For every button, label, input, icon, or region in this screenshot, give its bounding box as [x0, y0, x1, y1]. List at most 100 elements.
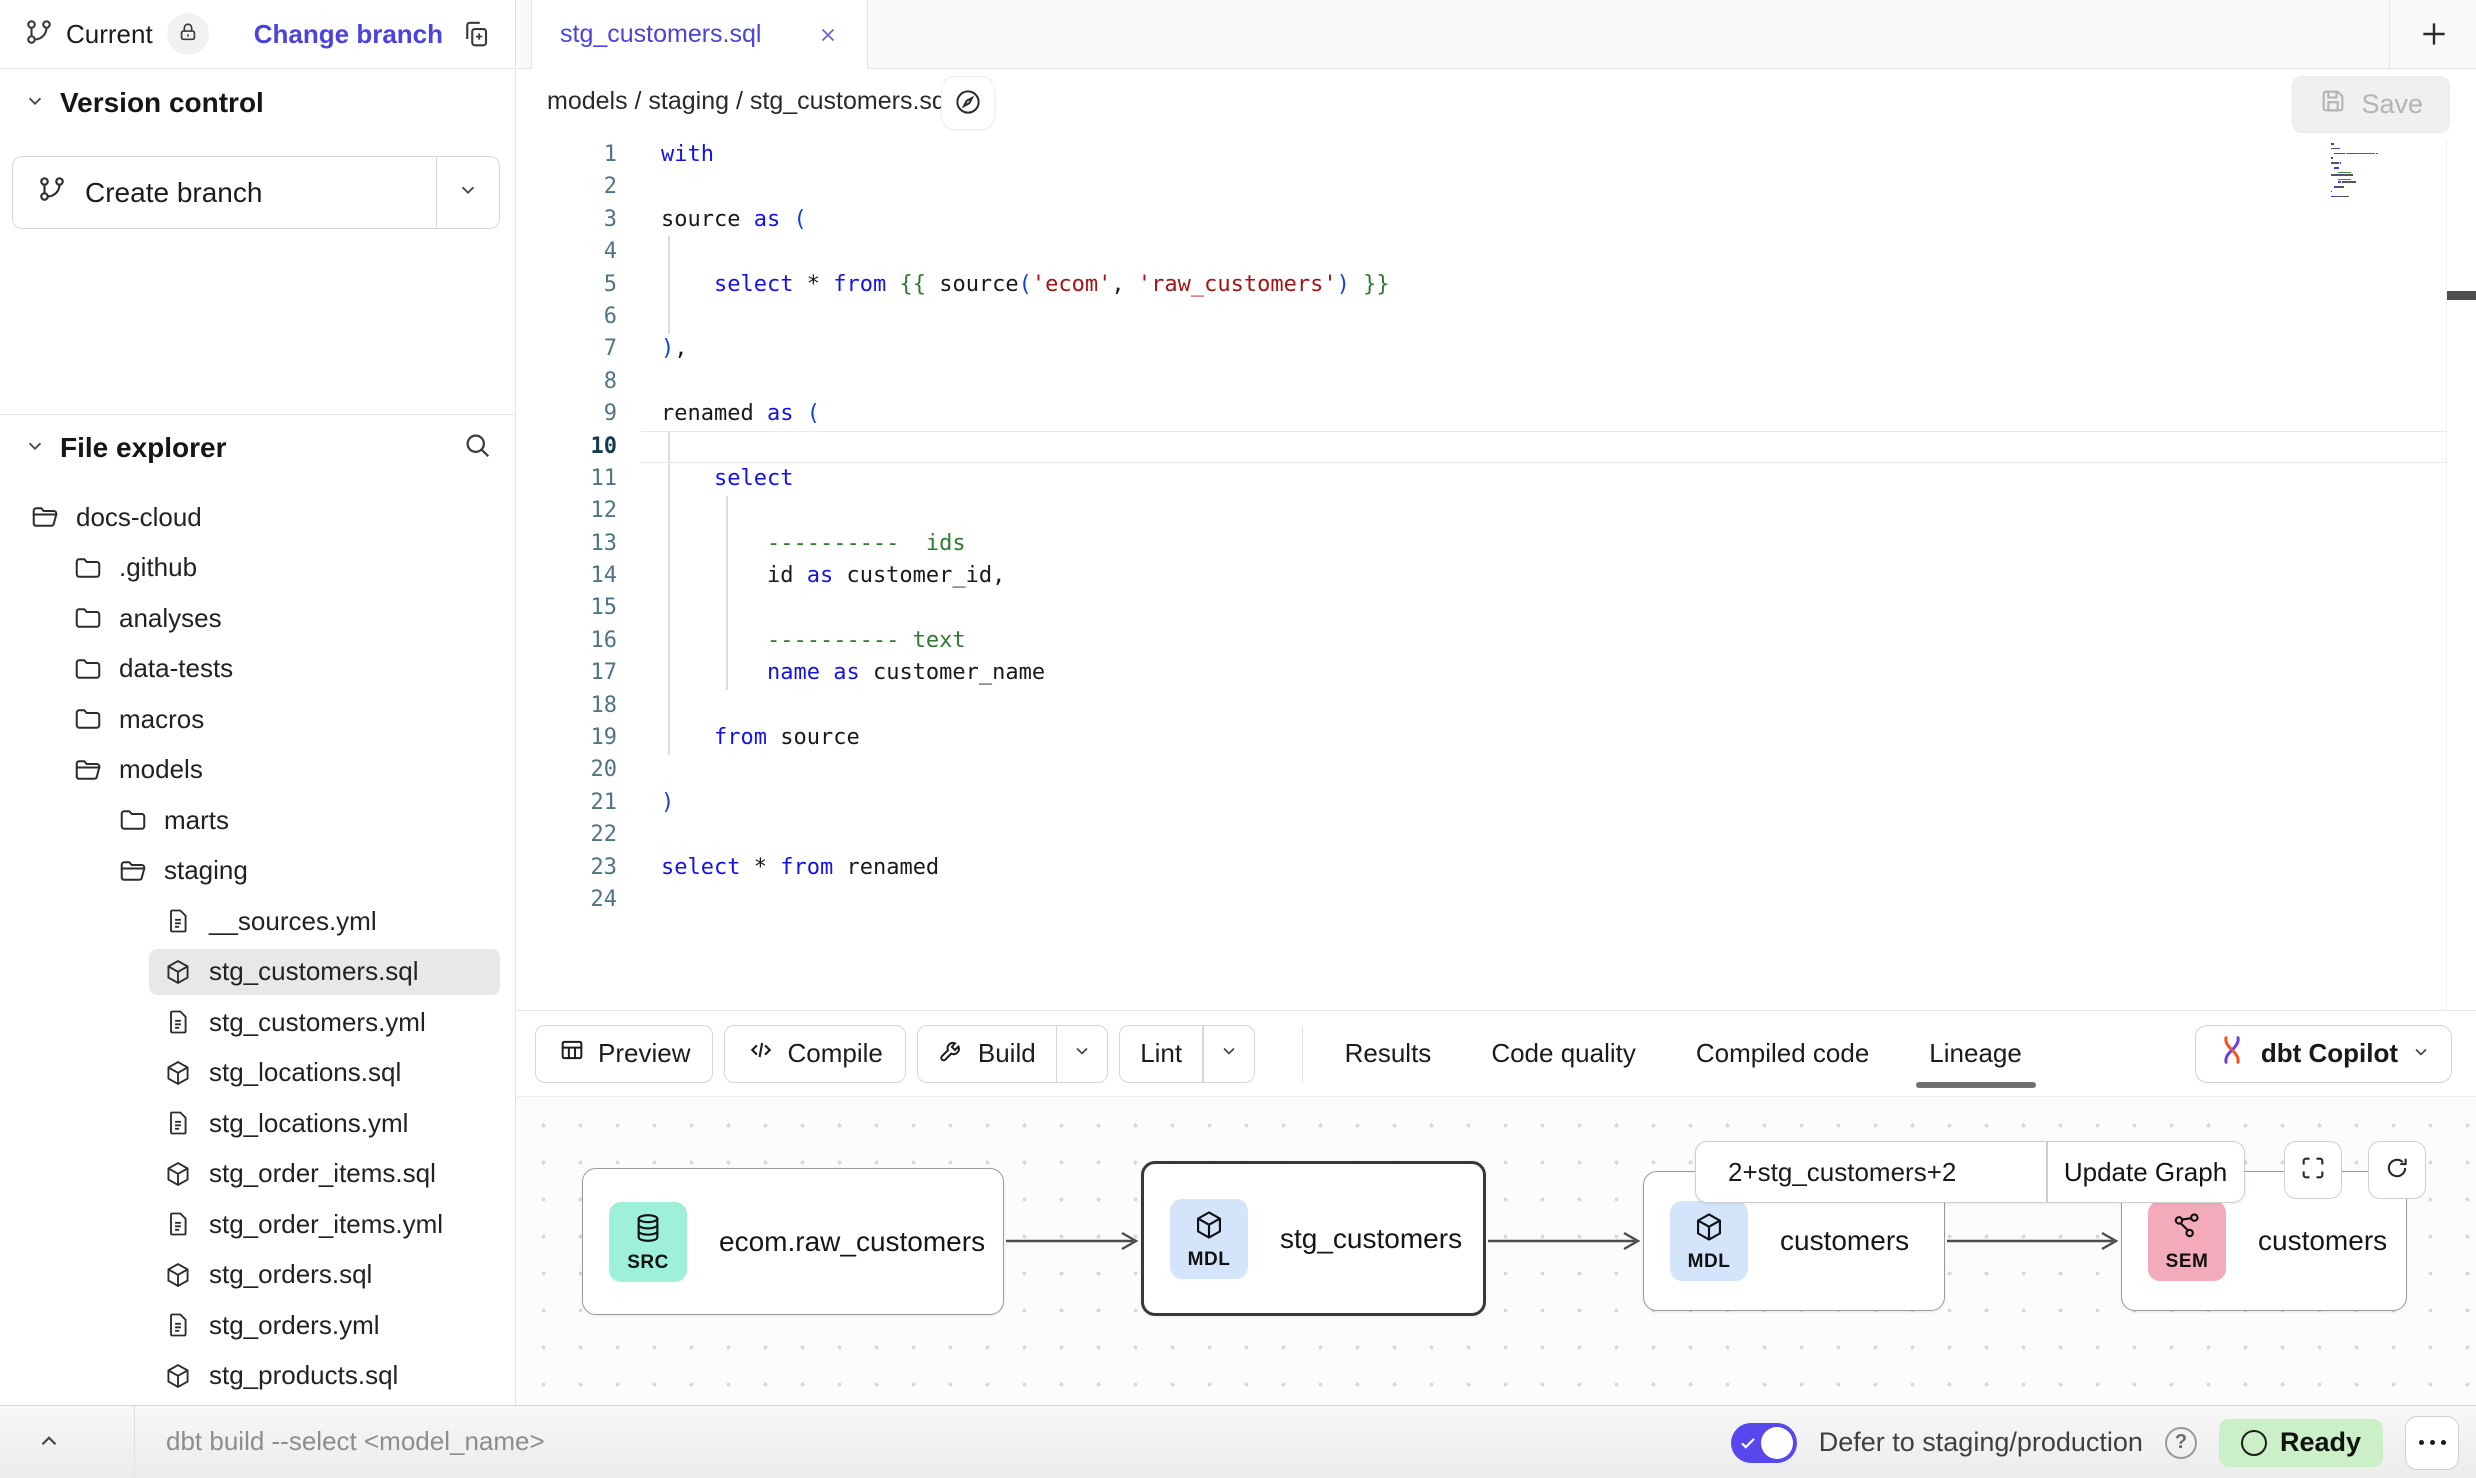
- lineage-node-stg-customers[interactable]: MDLstg_customers: [1141, 1161, 1486, 1316]
- tree-item-label: stg_orders.yml: [209, 1310, 380, 1341]
- tree-item-models[interactable]: models: [0, 745, 516, 796]
- tree-item-label: models: [119, 754, 203, 785]
- dbt-copilot-button[interactable]: dbt Copilot: [2195, 1025, 2452, 1083]
- code-line[interactable]: ---------- text: [661, 625, 1390, 657]
- code-editor[interactable]: 123456789101112131415161718192021222324 …: [517, 139, 2476, 1010]
- copy-icon[interactable]: [461, 19, 491, 49]
- tree-item--sources-yml[interactable]: __sources.yml: [0, 896, 516, 947]
- node-type-badge: SEM: [2148, 1201, 2226, 1281]
- tree-item-stg-orders-yml[interactable]: stg_orders.yml: [0, 1300, 516, 1351]
- code-line[interactable]: source as (: [661, 204, 1390, 236]
- refresh-button[interactable]: [2368, 1141, 2426, 1199]
- lint-button[interactable]: Lint: [1120, 1026, 1202, 1082]
- code-line[interactable]: select * from {{ source('ecom', 'raw_cus…: [661, 269, 1390, 301]
- tree-item-docs-cloud[interactable]: docs-cloud: [0, 492, 516, 543]
- tree-item-analyses[interactable]: analyses: [0, 593, 516, 644]
- defer-toggle[interactable]: [1731, 1423, 1797, 1463]
- code-content[interactable]: with source as ( select * from {{ source(…: [661, 139, 1390, 916]
- scrollbar-thumb[interactable]: [2447, 291, 2476, 300]
- lint-split-button: Lint: [1119, 1025, 1254, 1083]
- build-button[interactable]: Build: [918, 1026, 1056, 1082]
- code-line[interactable]: select * from renamed: [661, 852, 1390, 884]
- tree-item-stg-locations-sql[interactable]: stg_locations.sql: [0, 1048, 516, 1099]
- tree-item--github[interactable]: .github: [0, 543, 516, 594]
- lint-dropdown-button[interactable]: [1204, 1026, 1254, 1082]
- tab-strip: stg_customers.sql: [517, 0, 2476, 69]
- code-line[interactable]: [661, 236, 1390, 268]
- fullscreen-button[interactable]: [2284, 1141, 2342, 1199]
- file-explorer-header[interactable]: File explorer: [24, 422, 492, 474]
- tree-item-stg-customers-sql[interactable]: stg_customers.sql: [0, 947, 516, 998]
- code-line[interactable]: [661, 495, 1390, 527]
- code-line[interactable]: renamed as (: [661, 398, 1390, 430]
- code-line[interactable]: ),: [661, 333, 1390, 365]
- code-line[interactable]: [661, 171, 1390, 203]
- tree-item-staging[interactable]: staging: [0, 846, 516, 897]
- tree-item-stg-locations-yml[interactable]: stg_locations.yml: [0, 1098, 516, 1149]
- minimap[interactable]: [2331, 143, 2411, 200]
- more-options-button[interactable]: [2405, 1416, 2459, 1470]
- code-line[interactable]: from source: [661, 722, 1390, 754]
- folder-icon: [73, 553, 103, 583]
- tree-item-stg-orders-sql[interactable]: stg_orders.sql: [0, 1250, 516, 1301]
- chevron-up-icon[interactable]: [36, 1428, 62, 1454]
- tree-item-marts[interactable]: marts: [0, 795, 516, 846]
- lineage-graph[interactable]: 2+stg_customers+2 Update Graph SRCecom.r…: [517, 1097, 2476, 1405]
- ide-compass-button[interactable]: [941, 76, 995, 130]
- code-line[interactable]: [661, 366, 1390, 398]
- tree-item-stg-order-items-yml[interactable]: stg_order_items.yml: [0, 1199, 516, 1250]
- tab-stg-customers-sql[interactable]: stg_customers.sql: [531, 0, 868, 69]
- tree-item-label: marts: [164, 805, 229, 836]
- panel-tab-results[interactable]: Results: [1339, 1011, 1438, 1096]
- create-branch-dropdown-button[interactable]: [437, 157, 499, 228]
- tree-item-label: analyses: [119, 603, 222, 634]
- code-line[interactable]: ---------- ids: [661, 528, 1390, 560]
- lineage-selector-input[interactable]: 2+stg_customers+2: [1696, 1142, 2046, 1202]
- tree-item-stg-customers-yml[interactable]: stg_customers.yml: [0, 997, 516, 1048]
- chevron-down-icon: [2411, 1038, 2431, 1069]
- create-branch-button[interactable]: Create branch: [13, 157, 436, 228]
- new-tab-button[interactable]: [2409, 10, 2459, 60]
- close-icon[interactable]: [817, 24, 839, 46]
- code-line[interactable]: [661, 754, 1390, 786]
- save-button[interactable]: Save: [2292, 76, 2450, 133]
- code-line[interactable]: name as customer_name: [661, 657, 1390, 689]
- line-number: 11: [517, 463, 617, 495]
- command-input[interactable]: dbt build --select <model_name>: [166, 1426, 545, 1457]
- code-line[interactable]: select: [661, 463, 1390, 495]
- lineage-node-ecom-raw-customers[interactable]: SRCecom.raw_customers: [582, 1168, 1004, 1315]
- lineage-edge: [1947, 1229, 2119, 1253]
- editor-toolbar: Preview Compile Build: [517, 1010, 2476, 1097]
- code-line[interactable]: id as customer_id,: [661, 560, 1390, 592]
- code-line[interactable]: with: [661, 139, 1390, 171]
- tree-item-stg-products-sql[interactable]: stg_products.sql: [0, 1351, 516, 1402]
- status-badge[interactable]: Ready: [2219, 1419, 2383, 1467]
- change-branch-link[interactable]: Change branch: [254, 19, 443, 50]
- node-type-badge: MDL: [1670, 1201, 1748, 1281]
- update-graph-button[interactable]: Update Graph: [2048, 1142, 2244, 1202]
- version-control-header[interactable]: Version control: [24, 87, 264, 119]
- preview-button[interactable]: Preview: [535, 1025, 713, 1083]
- build-dropdown-button[interactable]: [1057, 1026, 1107, 1082]
- panel-tab-compiled-code[interactable]: Compiled code: [1690, 1011, 1875, 1096]
- code-line[interactable]: [661, 301, 1390, 333]
- help-icon[interactable]: ?: [2165, 1427, 2197, 1459]
- code-line[interactable]: [661, 819, 1390, 851]
- panel-tab-code-quality[interactable]: Code quality: [1485, 1011, 1642, 1096]
- build-split-button: Build: [917, 1025, 1108, 1083]
- code-line[interactable]: [661, 690, 1390, 722]
- code-line[interactable]: [661, 884, 1390, 916]
- lineage-edge: [1488, 1229, 1641, 1253]
- code-line[interactable]: [661, 431, 1390, 463]
- tree-item-label: macros: [119, 704, 204, 735]
- code-line[interactable]: [661, 592, 1390, 624]
- compile-button[interactable]: Compile: [724, 1025, 905, 1083]
- panel-tab-lineage[interactable]: Lineage: [1923, 1011, 2028, 1096]
- line-number: 10: [517, 431, 617, 463]
- tree-item-stg-order-items-sql[interactable]: stg_order_items.sql: [0, 1149, 516, 1200]
- search-icon[interactable]: [462, 430, 492, 467]
- tree-item-data-tests[interactable]: data-tests: [0, 644, 516, 695]
- tree-item-macros[interactable]: macros: [0, 694, 516, 745]
- code-line[interactable]: ): [661, 787, 1390, 819]
- git-branch-icon: [37, 174, 67, 211]
